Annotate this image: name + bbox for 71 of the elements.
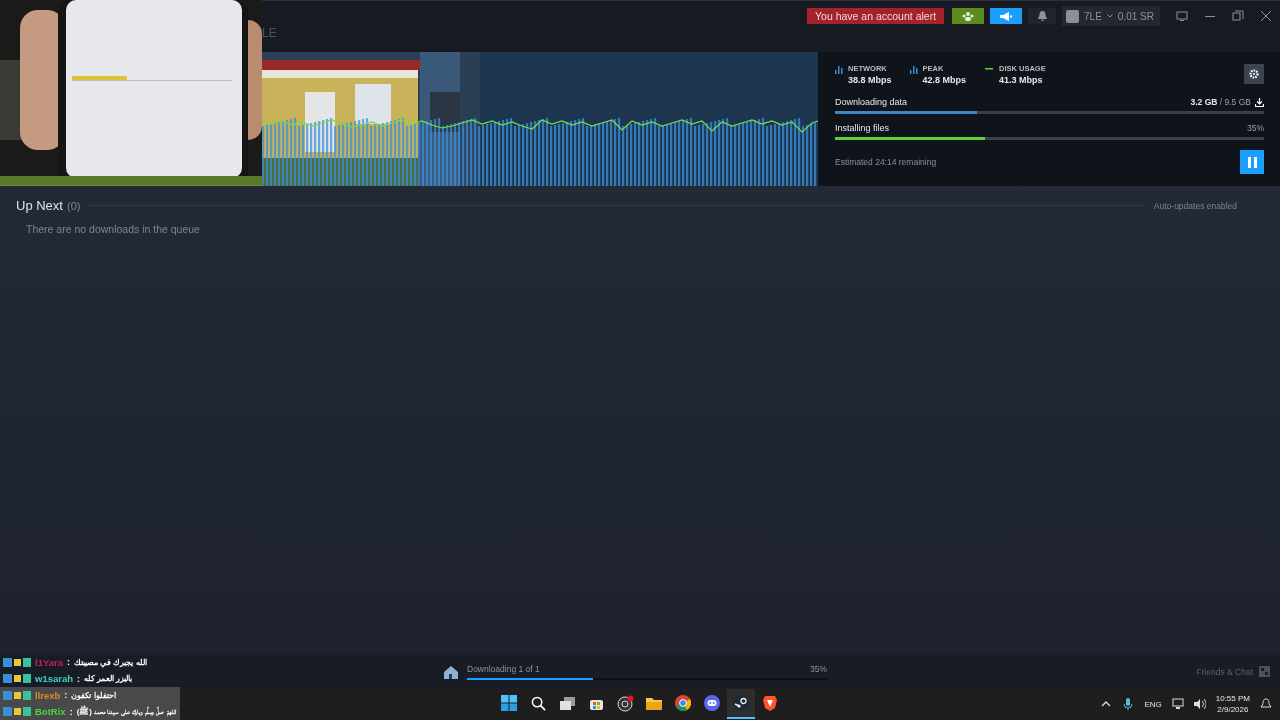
stat-value: 41.3 Mbps [999, 75, 1044, 85]
announcements-button[interactable] [990, 8, 1023, 24]
chat-separator: : [69, 706, 73, 717]
pause-button[interactable] [1240, 150, 1264, 174]
chat-separator: : [64, 690, 68, 701]
stat-value: 42.8 Mbps [922, 75, 967, 85]
badges-drawing [3, 690, 31, 700]
notifications-button[interactable] [1028, 8, 1057, 24]
avatar [1066, 9, 1080, 23]
download-icon [1255, 97, 1264, 107]
chat-message: بالبزر العمر كله [84, 674, 133, 684]
account-name: 7LE [1084, 10, 1102, 22]
people-icon [962, 11, 975, 21]
speaker-icon[interactable] [1193, 698, 1206, 710]
chat-username: l1Yara [35, 656, 63, 668]
search-icon [530, 695, 546, 711]
wallet-balance: 0.01 SR [1117, 10, 1154, 22]
download-size: 3.2 GB / 9.5 GB [1190, 97, 1251, 107]
pause-icon [1247, 156, 1257, 168]
chat-message: احتفلوا تكفون [71, 690, 116, 700]
page-title: LE [262, 26, 277, 40]
house-icon [443, 663, 460, 680]
taskbar-app-button[interactable] [727, 689, 755, 719]
folder-icon [646, 696, 662, 710]
restore-icon[interactable] [1232, 10, 1244, 22]
chat-separator: : [77, 673, 81, 684]
record-icon [616, 694, 634, 712]
controller-icon [704, 695, 720, 711]
download-percent: 35% [810, 663, 827, 674]
settings-button[interactable] [1244, 64, 1264, 84]
settings-icon [1249, 69, 1259, 79]
input-language[interactable]: ENG [1144, 699, 1162, 709]
close-icon[interactable] [1260, 10, 1272, 22]
friends-button[interactable] [952, 8, 985, 24]
progress-label: Installing files [835, 123, 890, 133]
chat-message: اللهمّ صلِّ وسلِّم وبارك على سيدنا محمد (ﷺ) [76, 705, 176, 718]
bell-icon [1037, 11, 1047, 21]
bar-chart-icon [835, 66, 843, 74]
bar-chart-icon [909, 66, 918, 74]
progress-percent: 35% [1247, 123, 1264, 133]
chat-message: الله يجبرك في مصيبتك [74, 657, 147, 667]
progress-label: Downloading data [835, 97, 908, 107]
badges-drawing [3, 657, 31, 667]
megaphone-icon [1000, 11, 1013, 21]
download-status: Downloading 1 of 1 [467, 663, 540, 674]
caret-icon [1106, 14, 1113, 18]
windows-stack-icon [559, 696, 575, 710]
time-remaining: Estimated 24:14 remaining [835, 157, 937, 167]
windows-icon [501, 695, 517, 711]
shield-icon [763, 695, 777, 711]
stat-value: 38.8 Mbps [848, 75, 892, 85]
browser-icon [675, 695, 691, 711]
section-title: Up Next [16, 198, 63, 213]
account-menu-button[interactable]: 7LE 0.01 SR [1062, 6, 1160, 26]
badges-drawing [3, 707, 31, 717]
queue-count: (0) [66, 199, 81, 212]
clock[interactable]: 10:55 PM 2/9/2026 [1215, 693, 1250, 715]
steam-icon [733, 695, 749, 711]
badges-drawing [3, 674, 31, 684]
network-icon[interactable] [1171, 698, 1184, 710]
chat-grid-icon [1259, 666, 1270, 677]
chat-username: BotRix [35, 706, 66, 718]
bell-icon[interactable] [1260, 698, 1272, 710]
chat-separator: : [67, 657, 70, 668]
auto-updates-status: Auto-updates enabled [1153, 200, 1237, 211]
account-alert-button[interactable]: You have an account alert [807, 8, 945, 24]
monitor-icon[interactable] [1176, 10, 1188, 22]
chat-username: llrexb [35, 689, 61, 701]
microphone-icon[interactable] [1122, 698, 1135, 710]
chat-username: w1sarah [35, 673, 74, 685]
empty-queue-message: There are no downloads in the queue [26, 223, 201, 235]
